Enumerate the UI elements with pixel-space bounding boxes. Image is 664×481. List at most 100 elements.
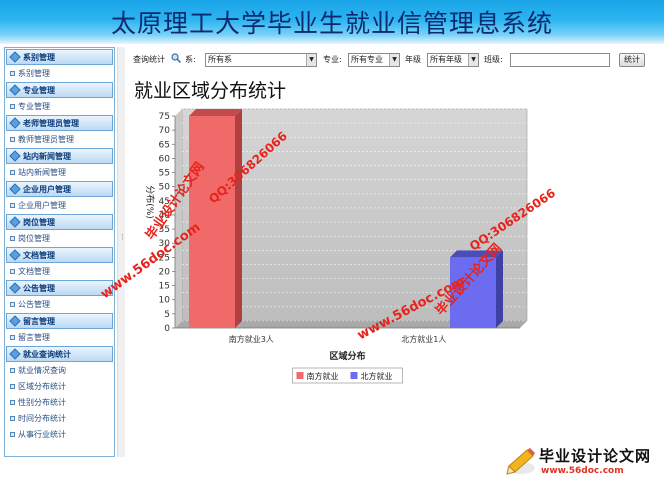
bar-top <box>189 109 242 116</box>
section-gem-icon <box>10 119 20 127</box>
sidebar-section-header[interactable]: 公告管理 <box>6 280 113 296</box>
section-gem-icon <box>10 86 20 94</box>
bullet-icon <box>10 431 15 437</box>
sidebar-item[interactable]: 区域分布统计 <box>5 378 114 394</box>
sidebar-item[interactable]: 时间分布统计 <box>5 410 114 426</box>
bullet-icon <box>10 301 15 307</box>
y-tick-label: 75 <box>159 112 170 122</box>
sidebar-splitter[interactable]: ⋮ <box>117 47 126 457</box>
sidebar-item[interactable]: 站内新闻管理 <box>5 164 114 180</box>
sidebar-item-label: 系别管理 <box>18 68 50 78</box>
sidebar: 系别管理 系别管理 专业管理 专业管理 老师管理员管理 教师管理员管理 站内新闻管理 站内新闻… <box>4 47 115 457</box>
query-label: 查询统计 <box>133 55 165 64</box>
sidebar-section-header[interactable]: 留言管理 <box>6 313 113 329</box>
x-tick-label: 北方就业1人 <box>401 334 446 344</box>
bullet-icon <box>10 169 15 175</box>
header-banner: 太原理工大学毕业生就业信管理息系统 <box>0 0 664 44</box>
sidebar-item-label: 站内新闻管理 <box>18 167 66 177</box>
bullet-icon <box>10 268 15 274</box>
sidebar-item-label: 公告管理 <box>18 299 50 309</box>
search-icon <box>171 53 181 63</box>
section-gem-icon <box>10 185 20 193</box>
pencil-logo-icon <box>506 448 535 475</box>
section-gem-icon <box>10 284 20 292</box>
x-axis-label: 区域分布 <box>329 350 365 362</box>
sidebar-section-header[interactable]: 系别管理 <box>6 49 113 65</box>
legend-label: 北方就业 <box>361 371 393 381</box>
sidebar-section-label: 站内新闻管理 <box>23 151 71 161</box>
major-select[interactable]: 所有专业 ▼ <box>348 53 400 67</box>
y-tick-label: 5 <box>164 310 170 320</box>
filter-bar: 查询统计 系: 所有系 ▼ 专业: 所有专业 ▼ 年级 所有年级 ▼ 班级: 统… <box>133 52 653 68</box>
section-gem-icon <box>10 251 20 259</box>
sidebar-item-label: 专业管理 <box>18 101 50 111</box>
sidebar-item[interactable]: 留言管理 <box>5 329 114 345</box>
sidebar-item-label: 区域分布统计 <box>18 381 66 391</box>
sidebar-item-label: 时间分布统计 <box>18 413 66 423</box>
y-tick-label: 10 <box>159 296 171 306</box>
class-input[interactable] <box>510 53 610 67</box>
major-select-value: 所有专业 <box>351 55 383 64</box>
dept-label: 系: <box>185 55 196 64</box>
app-window: 太原理工大学毕业生就业信管理息系统 系别管理 系别管理 专业管理 专业管理 老师管理员管… <box>0 0 664 481</box>
chevron-down-icon: ▼ <box>389 54 399 66</box>
sidebar-item-label: 留言管理 <box>18 332 50 342</box>
sidebar-item[interactable]: 教师管理员管理 <box>5 131 114 147</box>
splitter-grip-icon[interactable]: ⋮ <box>119 233 126 241</box>
sidebar-item[interactable]: 企业用户管理 <box>5 197 114 213</box>
bullet-icon <box>10 235 15 241</box>
sidebar-section-header[interactable]: 岗位管理 <box>6 214 113 230</box>
bullet-icon <box>10 103 15 109</box>
page-title: 就业区域分布统计 <box>134 80 287 102</box>
bar-side <box>496 250 503 328</box>
grade-select[interactable]: 所有年级 ▼ <box>427 53 479 67</box>
y-tick-label: 70 <box>159 126 171 136</box>
submit-button[interactable]: 统计 <box>619 53 645 67</box>
sidebar-item-label: 教师管理员管理 <box>18 134 74 144</box>
sidebar-section-label: 系别管理 <box>23 52 55 62</box>
sidebar-section-label: 岗位管理 <box>23 217 55 227</box>
sidebar-item-label: 文档管理 <box>18 266 50 276</box>
legend-swatch <box>350 372 358 379</box>
section-gem-icon <box>10 317 20 325</box>
sidebar-item[interactable]: 专业管理 <box>5 98 114 114</box>
sidebar-section-label: 就业查询统计 <box>23 349 71 359</box>
sidebar-section-label: 文档管理 <box>23 250 55 260</box>
sidebar-section-header[interactable]: 专业管理 <box>6 82 113 98</box>
grade-label: 年级 <box>405 55 421 64</box>
sidebar-section-header[interactable]: 站内新闻管理 <box>6 148 113 164</box>
y-tick-label: 60 <box>159 154 171 164</box>
logo-name: 毕业设计论文网 <box>539 447 652 465</box>
sidebar-section-label: 专业管理 <box>23 85 55 95</box>
bullet-icon <box>10 136 15 142</box>
chevron-down-icon: ▼ <box>306 54 316 66</box>
class-label: 班级: <box>484 55 503 64</box>
legend-swatch <box>296 372 304 379</box>
chevron-down-icon: ▼ <box>468 54 478 66</box>
sidebar-item[interactable]: 系别管理 <box>5 65 114 81</box>
sidebar-item[interactable]: 公告管理 <box>5 296 114 312</box>
sidebar-item[interactable]: 性别分布统计 <box>5 394 114 410</box>
sidebar-section-label: 留言管理 <box>23 316 55 326</box>
bullet-icon <box>10 367 15 373</box>
app-title: 太原理工大学毕业生就业信管理息系统 <box>110 9 553 38</box>
sidebar-section-header[interactable]: 文档管理 <box>6 247 113 263</box>
dept-select[interactable]: 所有系 ▼ <box>205 53 317 67</box>
bar-side <box>235 109 242 328</box>
sidebar-section-header[interactable]: 就业查询统计 <box>6 346 113 362</box>
sidebar-item[interactable]: 从事行业统计 <box>5 426 114 442</box>
sidebar-item-label: 从事行业统计 <box>18 429 66 439</box>
sidebar-item-label: 就业情况查询 <box>18 365 66 375</box>
sidebar-item[interactable]: 就业情况查询 <box>5 362 114 378</box>
y-tick-label: 55 <box>159 169 170 179</box>
y-tick-label: 20 <box>159 267 171 277</box>
sidebar-item-label: 岗位管理 <box>18 233 50 243</box>
sidebar-section-header[interactable]: 老师管理员管理 <box>6 115 113 131</box>
sidebar-section-header[interactable]: 企业用户管理 <box>6 181 113 197</box>
bullet-icon <box>10 399 15 405</box>
bullet-icon <box>10 70 15 76</box>
section-gem-icon <box>10 218 20 226</box>
section-gem-icon <box>10 152 20 160</box>
sidebar-item[interactable]: 文档管理 <box>5 263 114 279</box>
sidebar-item[interactable]: 岗位管理 <box>5 230 114 246</box>
